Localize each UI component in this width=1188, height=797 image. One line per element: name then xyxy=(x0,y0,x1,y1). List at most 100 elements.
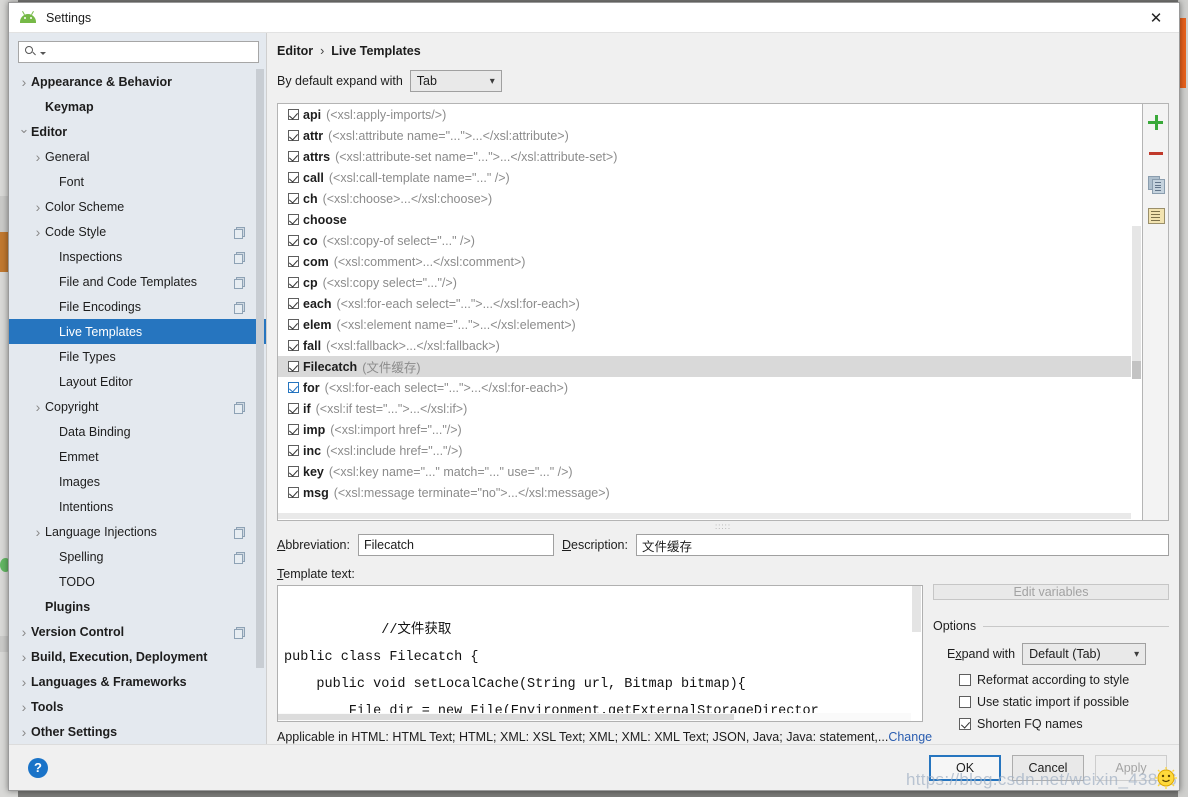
template-row[interactable]: msg (<xsl:message terminate="no">...</xsl… xyxy=(278,482,1142,503)
template-enabled-checkbox[interactable] xyxy=(288,319,299,330)
sidebar-item-copyright[interactable]: Copyright xyxy=(9,394,266,419)
option-checkbox[interactable] xyxy=(959,696,971,708)
sidebar-item-emmet[interactable]: Emmet xyxy=(9,444,266,469)
settings-tree[interactable]: Appearance & Behavior Keymap Editor General… xyxy=(9,67,266,744)
template-row[interactable]: each (<xsl:for-each select="...">...</xsl… xyxy=(278,293,1142,314)
chevron-right-icon[interactable] xyxy=(17,649,31,665)
expand-with-select[interactable]: Default (Tab) ▾ xyxy=(1022,643,1147,665)
template-list[interactable]: api (<xsl:apply-imports/>) attr (<xsl:attri… xyxy=(277,103,1143,521)
sidebar-item-file-types[interactable]: File Types xyxy=(9,344,266,369)
template-enabled-checkbox[interactable] xyxy=(288,298,299,309)
chevron-right-icon[interactable] xyxy=(31,399,45,415)
template-enabled-checkbox[interactable] xyxy=(288,130,299,141)
editor-horizontal-scrollbar[interactable] xyxy=(278,713,911,721)
template-row[interactable]: ch (<xsl:choose>...</xsl:choose>) xyxy=(278,188,1142,209)
editor-vscroll-thumb[interactable] xyxy=(912,586,921,632)
abbreviation-input[interactable] xyxy=(357,534,554,556)
chevron-down-icon[interactable] xyxy=(17,124,31,140)
chevron-right-icon[interactable] xyxy=(17,74,31,90)
chevron-right-icon[interactable] xyxy=(17,724,31,740)
option-checkbox[interactable] xyxy=(959,674,971,686)
template-row[interactable]: com (<xsl:comment>...</xsl:comment>) xyxy=(278,251,1142,272)
sidebar-item-file-encodings[interactable]: File Encodings xyxy=(9,294,266,319)
template-list-vertical-scrollbar[interactable] xyxy=(1131,104,1142,520)
sidebar-item-spelling[interactable]: Spelling xyxy=(9,544,266,569)
template-row[interactable]: choose xyxy=(278,209,1142,230)
remove-icon[interactable] xyxy=(1147,144,1165,162)
sidebar-item-build-execution-deployment[interactable]: Build, Execution, Deployment xyxy=(9,644,266,669)
sidebar-item-editor[interactable]: Editor xyxy=(9,119,266,144)
template-enabled-checkbox[interactable] xyxy=(288,256,299,267)
sidebar-item-file-and-code-templates[interactable]: File and Code Templates xyxy=(9,269,266,294)
template-enabled-checkbox[interactable] xyxy=(288,109,299,120)
template-row[interactable]: for (<xsl:for-each select="...">...</xsl:… xyxy=(278,377,1142,398)
template-enabled-checkbox[interactable] xyxy=(288,403,299,414)
splitter-handle[interactable]: ::::: xyxy=(277,521,1169,532)
template-row[interactable]: api (<xsl:apply-imports/>) xyxy=(278,104,1142,125)
template-rows[interactable]: api (<xsl:apply-imports/>) attr (<xsl:attri… xyxy=(278,104,1142,503)
template-list-vscroll-track[interactable] xyxy=(1132,226,1141,361)
sidebar-item-color-scheme[interactable]: Color Scheme xyxy=(9,194,266,219)
sidebar-item-version-control[interactable]: Version Control xyxy=(9,619,266,644)
template-row[interactable]: Filecatch (文件缓存) xyxy=(278,356,1142,377)
sidebar-item-layout-editor[interactable]: Layout Editor xyxy=(9,369,266,394)
sidebar-item-languages-frameworks[interactable]: Languages & Frameworks xyxy=(9,669,266,694)
template-row[interactable]: call (<xsl:call-template name="..." />) xyxy=(278,167,1142,188)
template-enabled-checkbox[interactable] xyxy=(288,487,299,498)
sidebar-item-data-binding[interactable]: Data Binding xyxy=(9,419,266,444)
description-input[interactable] xyxy=(635,534,1169,556)
template-row[interactable]: elem (<xsl:element name="...">...</xsl:el… xyxy=(278,314,1142,335)
sidebar-scrollbar-thumb[interactable] xyxy=(256,69,264,668)
sidebar-item-inspections[interactable]: Inspections xyxy=(9,244,266,269)
sidebar-item-tools[interactable]: Tools xyxy=(9,694,266,719)
help-icon[interactable]: ? xyxy=(28,757,48,778)
sidebar-item-code-style[interactable]: Code Style xyxy=(9,219,266,244)
template-row[interactable]: co (<xsl:copy-of select="..." />) xyxy=(278,230,1142,251)
template-enabled-checkbox[interactable] xyxy=(288,445,299,456)
template-enabled-checkbox[interactable] xyxy=(288,466,299,477)
chevron-right-icon[interactable] xyxy=(17,674,31,690)
applicable-change-link[interactable]: Change xyxy=(888,730,932,744)
search-box[interactable] xyxy=(18,41,259,63)
edit-variables-button[interactable]: Edit variables xyxy=(933,584,1169,600)
sidebar-item-language-injections[interactable]: Language Injections xyxy=(9,519,266,544)
chevron-right-icon[interactable] xyxy=(31,199,45,215)
ok-button[interactable]: OK xyxy=(929,754,1001,781)
template-row[interactable]: if (<xsl:if test="...">...</xsl:if>) xyxy=(278,398,1142,419)
breadcrumb-root[interactable]: Editor xyxy=(277,44,313,58)
search-input[interactable] xyxy=(49,44,254,60)
option-checkbox-row[interactable]: Reformat according to style xyxy=(933,673,1169,687)
sidebar-item-other-settings[interactable]: Other Settings xyxy=(9,719,266,744)
template-row[interactable]: inc (<xsl:include href="..."/>) xyxy=(278,440,1142,461)
chevron-down-icon[interactable] xyxy=(40,52,46,55)
template-list-hscroll-thumb[interactable] xyxy=(278,513,1131,519)
copy-scope-icon[interactable] xyxy=(1147,206,1165,224)
sidebar-item-intentions[interactable]: Intentions xyxy=(9,494,266,519)
chevron-right-icon[interactable] xyxy=(17,699,31,715)
option-checkbox-row[interactable]: Use static import if possible xyxy=(933,695,1169,709)
template-row[interactable]: key (<xsl:key name="..." match="..." use=… xyxy=(278,461,1142,482)
editor-vertical-scrollbar[interactable] xyxy=(911,586,922,721)
template-enabled-checkbox[interactable] xyxy=(288,193,299,204)
sidebar-item-images[interactable]: Images xyxy=(9,469,266,494)
template-enabled-checkbox[interactable] xyxy=(288,151,299,162)
sidebar-item-live-templates[interactable]: Live Templates xyxy=(9,319,266,344)
add-icon[interactable] xyxy=(1147,113,1165,131)
sidebar-item-general[interactable]: General xyxy=(9,144,266,169)
template-row[interactable]: imp (<xsl:import href="..."/>) xyxy=(278,419,1142,440)
chevron-right-icon[interactable] xyxy=(31,524,45,540)
template-enabled-checkbox[interactable] xyxy=(288,361,299,372)
chevron-right-icon[interactable] xyxy=(31,224,45,240)
cancel-button[interactable]: Cancel xyxy=(1012,754,1084,781)
duplicate-icon[interactable] xyxy=(1147,175,1165,194)
template-row[interactable]: cp (<xsl:copy select="..."/>) xyxy=(278,272,1142,293)
template-enabled-checkbox[interactable] xyxy=(288,340,299,351)
template-list-vscroll-thumb[interactable] xyxy=(1132,361,1141,379)
template-list-horizontal-scrollbar[interactable] xyxy=(278,512,1131,520)
chevron-right-icon[interactable] xyxy=(31,149,45,165)
sidebar-item-plugins[interactable]: Plugins xyxy=(9,594,266,619)
close-icon[interactable]: ✕ xyxy=(1133,3,1179,33)
editor-hscroll-thumb[interactable] xyxy=(278,714,734,720)
chevron-right-icon[interactable] xyxy=(17,624,31,640)
template-row[interactable]: fall (<xsl:fallback>...</xsl:fallback>) xyxy=(278,335,1142,356)
